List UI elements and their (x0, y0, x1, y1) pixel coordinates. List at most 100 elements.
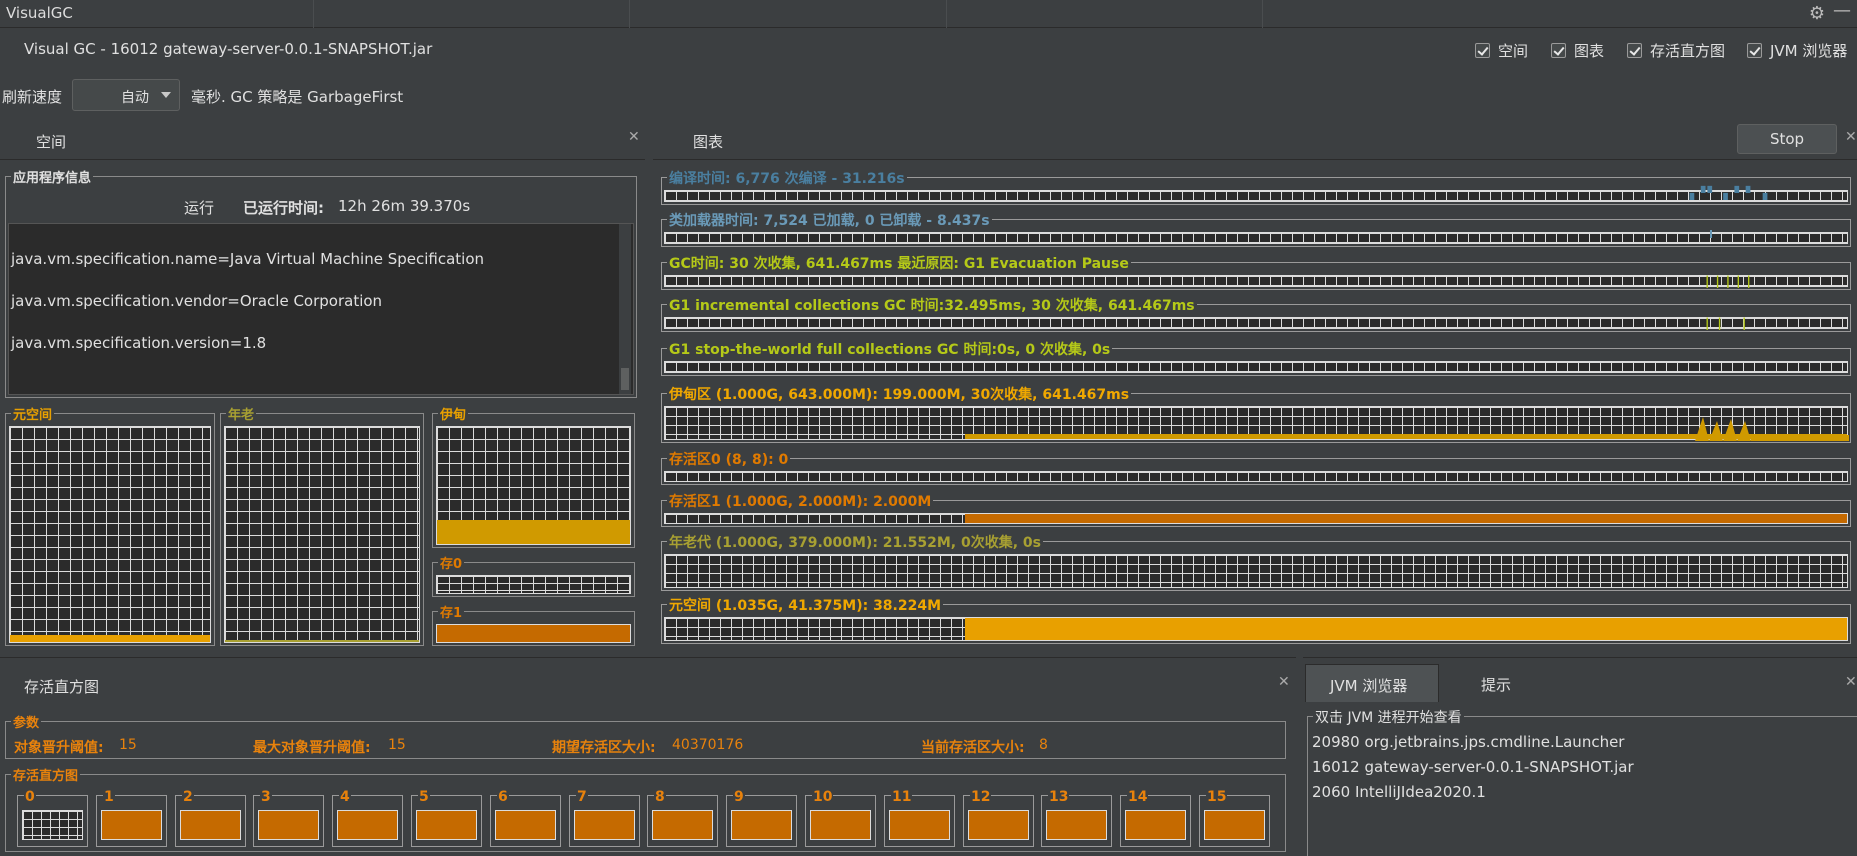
params-legend: 参数 (11, 712, 42, 731)
tab-jvm-browser[interactable]: JVM 浏览器 (1305, 664, 1439, 702)
space-panel-header: 空间 ✕ (0, 121, 645, 159)
bucket-bar (731, 810, 792, 840)
title-separator (313, 0, 314, 28)
bucket-label: 2 (182, 789, 194, 805)
graph-row-plot (664, 617, 1848, 641)
metaspace-region: 元空间 (5, 404, 215, 646)
s1-region: 存1 (432, 602, 635, 646)
graph-row-plot (664, 554, 1848, 588)
metaspace-history-fill (965, 618, 1847, 640)
bucket-bar (1046, 810, 1107, 840)
histogram-bucket: 5 (411, 789, 482, 847)
s0-region: 存0 (432, 553, 635, 597)
status-text: 运行 (184, 199, 215, 217)
graph-row-label: 存活区1 (1.000G, 2.000M): 2.000M (667, 491, 934, 511)
graph-row-label: G1 stop-the-world full collections GC 时间… (667, 339, 1113, 359)
scrollbar-thumb[interactable] (621, 368, 629, 390)
bucket-bar (416, 810, 477, 840)
close-icon[interactable]: ✕ (1845, 674, 1857, 690)
app-info-legend: 应用程序信息 (11, 167, 94, 186)
properties-list[interactable]: java.vm.specification.name=Java Virtual … (8, 223, 634, 395)
param-value: 40370176 (672, 737, 744, 753)
checkbox-icon[interactable] (1475, 43, 1490, 58)
bucket-label: 10 (812, 789, 834, 805)
s1-history-fill (965, 514, 1847, 523)
bucket-label: 14 (1127, 789, 1149, 805)
close-icon[interactable]: ✕ (1845, 129, 1857, 145)
graph-row-plot (664, 361, 1848, 373)
bucket-label: 1 (103, 789, 115, 805)
jvm-process-item[interactable]: 20980 org.jetbrains.jps.cmdline.Launcher (1312, 733, 1624, 751)
bucket-bar (652, 810, 713, 840)
bucket-label: 11 (891, 789, 913, 805)
refresh-rate-value: 自动 (121, 90, 149, 106)
scrollbar[interactable] (619, 224, 631, 394)
property-line: java.vm.specification.version=1.8 (11, 334, 267, 352)
checkbox-icon[interactable] (1551, 43, 1566, 58)
checkbox-jvm-browser[interactable]: JVM 浏览器 (1747, 40, 1847, 61)
bucket-bar (180, 810, 241, 840)
gc-spikes: ||||| (1705, 274, 1757, 288)
old-region: 年老 (220, 404, 424, 646)
histogram-panel-header: 存活直方图 ✕ (0, 666, 1296, 704)
compile-spikes: ▗▝▘▗▝▝ ▗ (1685, 186, 1770, 200)
param-value: 15 (119, 737, 137, 753)
tab-tips[interactable]: 提示 (1455, 664, 1545, 702)
bucket-label: 4 (339, 789, 351, 805)
metaspace-legend: 元空间 (11, 404, 55, 423)
graph-row-label: 年老代 (1.000G, 379.000M): 21.552M, 0次收集, 0… (667, 532, 1043, 552)
histogram-bucket: 2 (175, 789, 246, 847)
eden-fill (437, 520, 630, 544)
param-label: 期望存活区大小: (552, 740, 656, 756)
checkbox-icon[interactable] (1747, 43, 1762, 58)
close-icon[interactable]: ✕ (628, 129, 640, 145)
old-legend: 年老 (226, 404, 257, 423)
eden-legend: 伊甸 (438, 404, 469, 423)
bucket-bar (101, 810, 162, 840)
checkbox-space[interactable]: 空间 (1475, 40, 1528, 61)
graph-row-s0: 存活区0 (8, 8): 0 (661, 449, 1851, 485)
refresh-label: 刷新速度 (2, 88, 63, 106)
jvm-process-item[interactable]: 16012 gateway-server-0.0.1-SNAPSHOT.jar (1312, 758, 1634, 776)
bucket-label: 8 (654, 789, 666, 805)
gear-icon[interactable]: ⚙ (1809, 3, 1825, 24)
checkbox-icon[interactable] (1627, 43, 1642, 58)
uptime-value: 12h 26m 39.370s (338, 197, 471, 215)
histogram-bucket: 13 (1041, 789, 1112, 847)
checkbox-label: 空间 (1498, 42, 1529, 60)
graph-row-label: GC时间: 30 次收集, 641.467ms 最近原因: G1 Evacuat… (667, 253, 1131, 273)
histogram-bucket: 1 (96, 789, 167, 847)
graph-row-classloader: 类加载器时间: 7,524 已加载, 0 已卸载 - 8.437s (661, 210, 1851, 247)
graph-row-plot: ▗▝▘▗▝▝ ▗ (664, 186, 1848, 202)
jvm-process-item[interactable]: 2060 IntelliJIdea2020.1 (1312, 783, 1486, 801)
old-grid (224, 426, 420, 643)
histogram-bucket: 8 (647, 789, 718, 847)
graph-row-gc: GC时间: 30 次收集, 641.467ms 最近原因: G1 Evacuat… (661, 253, 1851, 290)
histogram-bucket: 14 (1120, 789, 1191, 847)
bucket-label: 9 (733, 789, 745, 805)
bucket-label: 5 (418, 789, 430, 805)
param-label: 对象晋升阈值: (14, 740, 104, 756)
title-bar: VisualGC ⚙ — (0, 0, 1857, 28)
histogram-bucket: 0 (17, 789, 88, 847)
title-separator (946, 0, 947, 28)
stop-button[interactable]: Stop (1737, 124, 1837, 154)
bucket-label: 3 (260, 789, 272, 805)
app-info-group: 应用程序信息 运行 已运行时间: 12h 26m 39.370s java.vm… (5, 167, 637, 398)
param-label: 最大对象晋升阈值: (253, 740, 371, 756)
property-line: java.vm.specification.name=Java Virtual … (11, 250, 485, 268)
old-fill (225, 640, 419, 642)
chevron-down-icon (161, 92, 171, 98)
checkbox-graph[interactable]: 图表 (1551, 40, 1604, 61)
s0-legend: 存0 (438, 553, 465, 572)
refresh-rate-select[interactable]: 自动 (72, 79, 180, 111)
minimize-icon[interactable]: — (1833, 0, 1851, 21)
checkbox-label: 存活直方图 (1650, 42, 1726, 60)
title-separator (1262, 0, 1263, 28)
close-icon[interactable]: ✕ (1278, 674, 1290, 690)
property-line: java.vm.specification.vendor=Oracle Corp… (11, 292, 383, 310)
checkbox-histogram[interactable]: 存活直方图 (1627, 40, 1725, 61)
classloader-spike (1710, 230, 1712, 238)
histogram-bucket: 10 (805, 789, 876, 847)
histogram-bucket: 15 (1199, 789, 1270, 847)
